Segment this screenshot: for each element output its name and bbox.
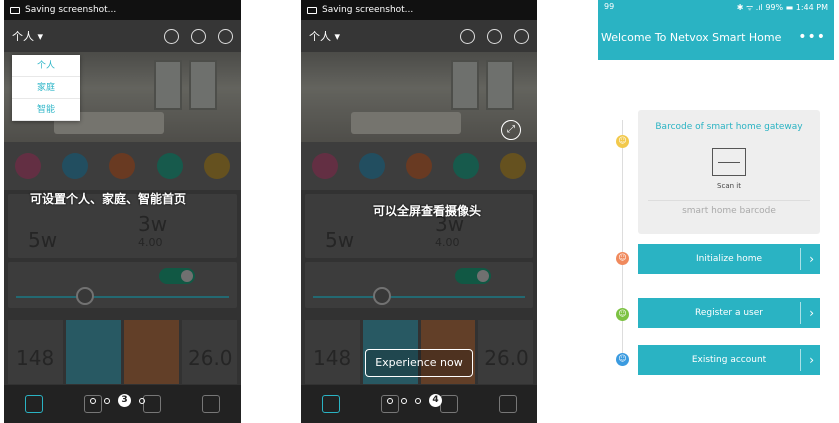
scene-icon[interactable] [439,395,458,413]
more-icon[interactable]: ••• [798,29,826,45]
page-dot [90,397,96,404]
page-indicator: 3 [90,394,145,407]
barcode-input[interactable]: smart home barcode [638,206,820,216]
gateway-barcode-card: Barcode of smart home gateway Scan it sm… [638,110,820,234]
phone-screen-welcome: 99 ✱ ᯤ .ıl 99% ▬ 1:44 PM Welcome To Netv… [598,0,834,423]
tutorial-caption: 可设置个人、家庭、智能首页 [30,192,187,206]
home-type-selector[interactable]: 个人 ▾ [309,28,448,44]
step-timeline [622,120,623,366]
step-emoji-icon: ☺ [616,252,629,265]
home-icon[interactable] [321,395,340,413]
fullscreen-icon[interactable]: ⤢ [501,120,521,140]
step-emoji-icon: ☺ [616,308,629,321]
scene-icon[interactable] [143,395,162,413]
status-indicators: ✱ ᯤ .ıl 99% ▬ 1:44 PM [736,3,828,12]
status-bar: Saving screenshot... [301,0,537,20]
phone-screen-camera: Saving screenshot... 个人 ▾ 5w 3w 4.00 148 [301,0,537,423]
app-bar: 个人 ▾ [4,20,241,52]
chevron-right-icon: › [800,302,814,324]
page-dot [104,397,110,404]
page-dot-active: 3 [118,394,131,407]
menu-item-personal[interactable]: 个人 [12,55,80,77]
share-icon[interactable] [514,28,529,44]
scan-label[interactable]: Scan it [638,182,820,190]
settings-icon[interactable] [202,395,221,413]
home-type-menu: 个人 家庭 智能 [12,55,80,121]
page-dot-active: 4 [429,394,442,407]
screenshot-icon [10,6,20,14]
page-dot [387,397,393,404]
status-bar: Saving screenshot... [4,0,241,20]
step-emoji-icon: ☺ [616,353,629,366]
page-title: Welcome To Netvox Smart Home [601,30,782,44]
tutorial-caption: 可以全屏查看摄像头 [373,204,482,218]
page-dot [401,397,407,404]
experience-now-button[interactable]: Experience now [365,349,473,377]
status-bar: 99 ✱ ᯤ .ıl 99% ▬ 1:44 PM [598,0,834,14]
status-text: Saving screenshot... [25,5,117,15]
app-bar: 个人 ▾ [301,20,537,52]
scan-line [718,162,740,163]
chevron-right-icon: › [800,349,814,371]
button-label: Initialize home [695,254,763,264]
menu-item-family[interactable]: 家庭 [12,77,80,99]
step-emoji-icon: ☺ [616,135,629,148]
home-type-selector[interactable]: 个人 ▾ [12,28,152,44]
page-indicator: 4 [387,394,442,407]
notification-count: 99 [604,2,615,11]
status-text: Saving screenshot... [322,5,414,15]
button-label: Register a user [695,308,763,318]
divider [648,200,810,201]
phone-screen-personal-home: Saving screenshot... 个人 ▾ 5w 3w 4.00 148 [4,0,241,423]
share-icon[interactable] [218,28,233,44]
button-label: Existing account [691,355,767,365]
shield-icon[interactable] [191,28,206,44]
clock-icon[interactable] [460,28,475,44]
settings-icon[interactable] [498,395,517,413]
shield-icon[interactable] [487,28,502,44]
register-user-button[interactable]: Register a user › [638,298,820,328]
screenshot-icon [307,6,317,14]
menu-item-smart[interactable]: 智能 [12,99,80,121]
title-bar: Welcome To Netvox Smart Home ••• [598,14,834,60]
clock-icon[interactable] [164,28,179,44]
chevron-right-icon: › [800,248,814,270]
page-dot [139,397,145,404]
existing-account-button[interactable]: Existing account › [638,345,820,375]
home-icon[interactable] [24,395,43,413]
page-dot [415,397,421,404]
initialize-home-button[interactable]: Initialize home › [638,244,820,274]
gateway-title: Barcode of smart home gateway [655,122,803,132]
